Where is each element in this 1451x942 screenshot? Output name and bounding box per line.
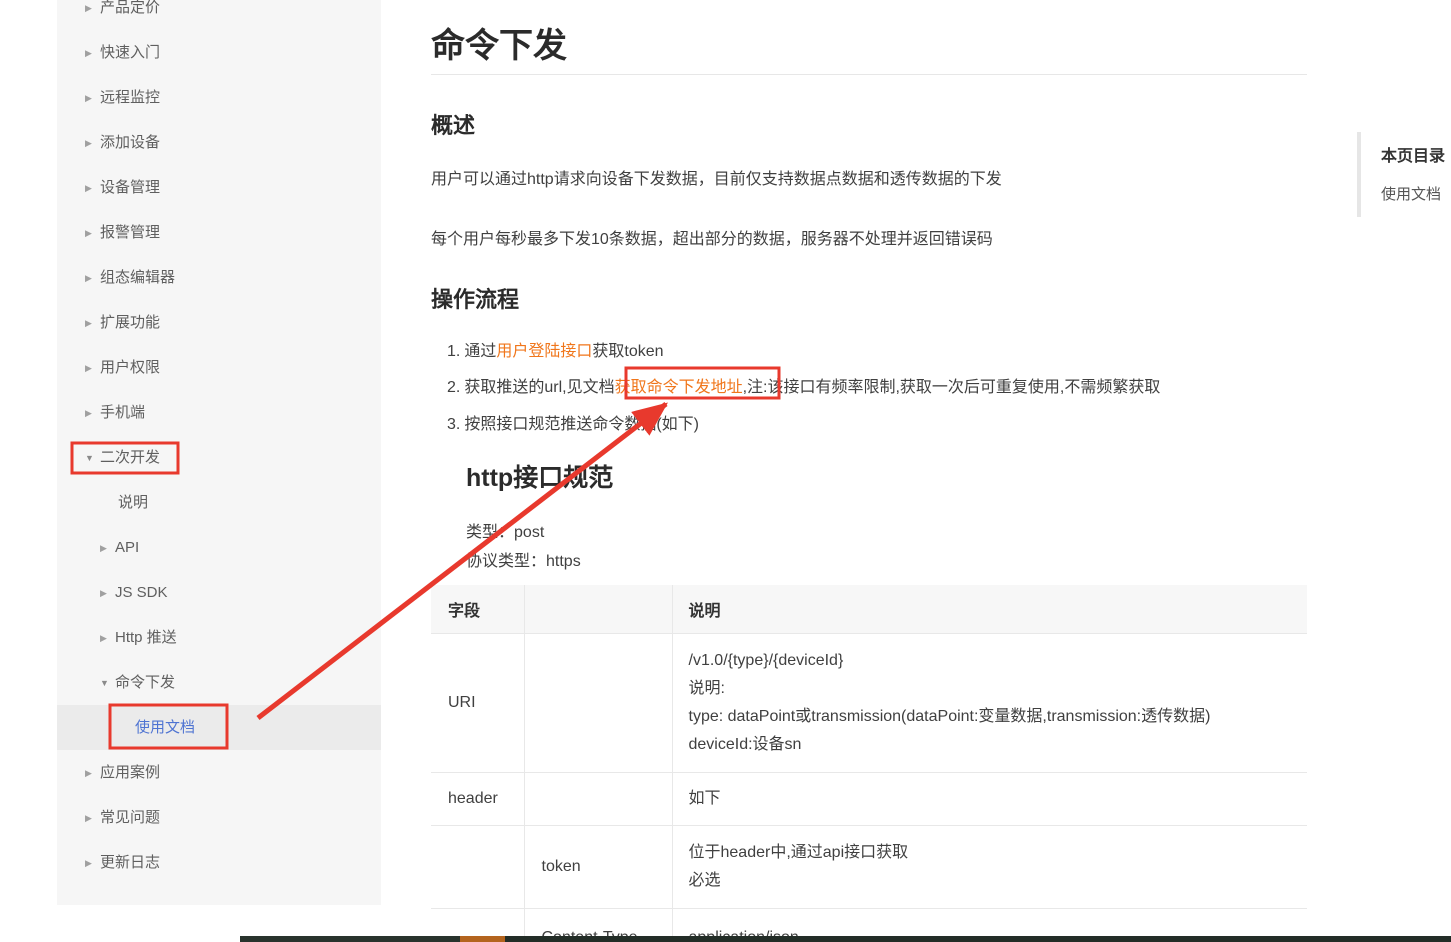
triangle-right-icon	[85, 751, 100, 796]
flow-step-2: 2.获取推送的url,见文档获取命令下发地址,注:该接口有频率限制,获取一次后可…	[447, 373, 1160, 397]
col-header-sub	[524, 585, 672, 633]
sidebar-item-command-send[interactable]: 命令下发	[57, 660, 381, 705]
page: 产品定价 快速入门 远程监控 添加设备 设备管理 报警管理 组态编辑器 扩展功能…	[0, 0, 1451, 942]
page-title: 命令下发	[431, 18, 567, 67]
spec-protocol-line: 协议类型：https	[466, 547, 581, 571]
table-row-token: token 位于header中,通过api接口获取 必选	[431, 825, 1307, 908]
sidebar-item-remote-monitoring[interactable]: 远程监控	[57, 75, 381, 120]
triangle-right-icon	[85, 166, 100, 211]
sidebar-item-mobile[interactable]: 手机端	[57, 390, 381, 435]
user-login-api-link[interactable]: 用户登陆接口	[496, 343, 592, 360]
sidebar-item-description[interactable]: 说明	[57, 480, 381, 525]
flow-heading: 操作流程	[431, 282, 519, 314]
sidebar-item-quick-start[interactable]: 快速入门	[57, 30, 381, 75]
sidebar-item-device-management[interactable]: 设备管理	[57, 165, 381, 210]
triangle-right-icon	[85, 346, 100, 391]
table-header-row: 字段 说明	[431, 585, 1307, 633]
overview-paragraph-1: 用户可以通过http请求向设备下发数据，目前仅支持数据点数据和透传数据的下发	[431, 165, 1002, 189]
spec-type-line: 类型：post	[466, 518, 544, 542]
sidebar-item-add-device[interactable]: 添加设备	[57, 120, 381, 165]
triangle-right-icon	[85, 301, 100, 346]
toc-item-usage-doc[interactable]: 使用文档	[1381, 183, 1441, 204]
sidebar-item-http-push[interactable]: Http 推送	[57, 615, 381, 660]
triangle-right-icon	[85, 391, 100, 436]
bottom-bar-dark-segment-2	[505, 936, 1451, 942]
flow-step-1: 1.通过用户登陆接口获取token	[447, 337, 664, 361]
triangle-right-icon	[85, 256, 100, 301]
triangle-right-icon	[85, 0, 100, 31]
table-row-header: header 如下	[431, 772, 1307, 825]
bottom-bar-dark-segment	[240, 936, 460, 942]
toc-vertical-bar	[1357, 132, 1361, 217]
triangle-right-icon	[100, 526, 115, 571]
overview-heading: 概述	[431, 108, 475, 140]
title-divider	[431, 74, 1307, 75]
sidebar-item-user-permissions[interactable]: 用户权限	[57, 345, 381, 390]
overview-paragraph-2: 每个用户每秒最多下发10条数据，超出部分的数据，服务器不处理并返回错误码	[431, 225, 993, 249]
col-header-desc: 说明	[672, 585, 1307, 633]
sidebar-item-extended-features[interactable]: 扩展功能	[57, 300, 381, 345]
triangle-right-icon	[100, 571, 115, 616]
flow-step-3: 3.按照接口规范推送命令数据(如下)	[447, 410, 699, 434]
triangle-right-icon	[85, 76, 100, 121]
sidebar-item-faq[interactable]: 常见问题	[57, 795, 381, 840]
sidebar-item-product-pricing[interactable]: 产品定价	[57, 0, 381, 30]
bottom-bar-orange-segment	[460, 936, 505, 942]
col-header-field: 字段	[431, 585, 524, 633]
get-command-url-link[interactable]: 获取命令下发地址	[615, 379, 743, 396]
sidebar-item-alarm-management[interactable]: 报警管理	[57, 210, 381, 255]
sidebar-item-usage-doc[interactable]: 使用文档	[57, 705, 381, 750]
triangle-right-icon	[85, 211, 100, 256]
sidebar-item-changelog[interactable]: 更新日志	[57, 840, 381, 885]
toc-title: 本页目录	[1381, 142, 1445, 166]
triangle-right-icon	[100, 616, 115, 661]
sidebar: 产品定价 快速入门 远程监控 添加设备 设备管理 报警管理 组态编辑器 扩展功能…	[57, 0, 381, 905]
triangle-down-icon	[100, 661, 115, 706]
http-spec-heading: http接口规范	[466, 458, 613, 494]
sidebar-item-api[interactable]: API	[57, 525, 381, 570]
sidebar-item-secondary-development[interactable]: 二次开发	[57, 435, 381, 480]
table-row-uri: URI /v1.0/{type}/{deviceId} 说明: type: da…	[431, 633, 1307, 772]
sidebar-item-scada-editor[interactable]: 组态编辑器	[57, 255, 381, 300]
sidebar-item-application-cases[interactable]: 应用案例	[57, 750, 381, 795]
triangle-right-icon	[85, 121, 100, 166]
triangle-right-icon	[85, 841, 100, 886]
triangle-right-icon	[85, 796, 100, 841]
triangle-right-icon	[85, 31, 100, 76]
triangle-down-icon	[85, 436, 100, 481]
sidebar-item-js-sdk[interactable]: JS SDK	[57, 570, 381, 615]
http-spec-table: 字段 说明 URI /v1.0/{type}/{deviceId} 说明: ty…	[431, 585, 1307, 942]
